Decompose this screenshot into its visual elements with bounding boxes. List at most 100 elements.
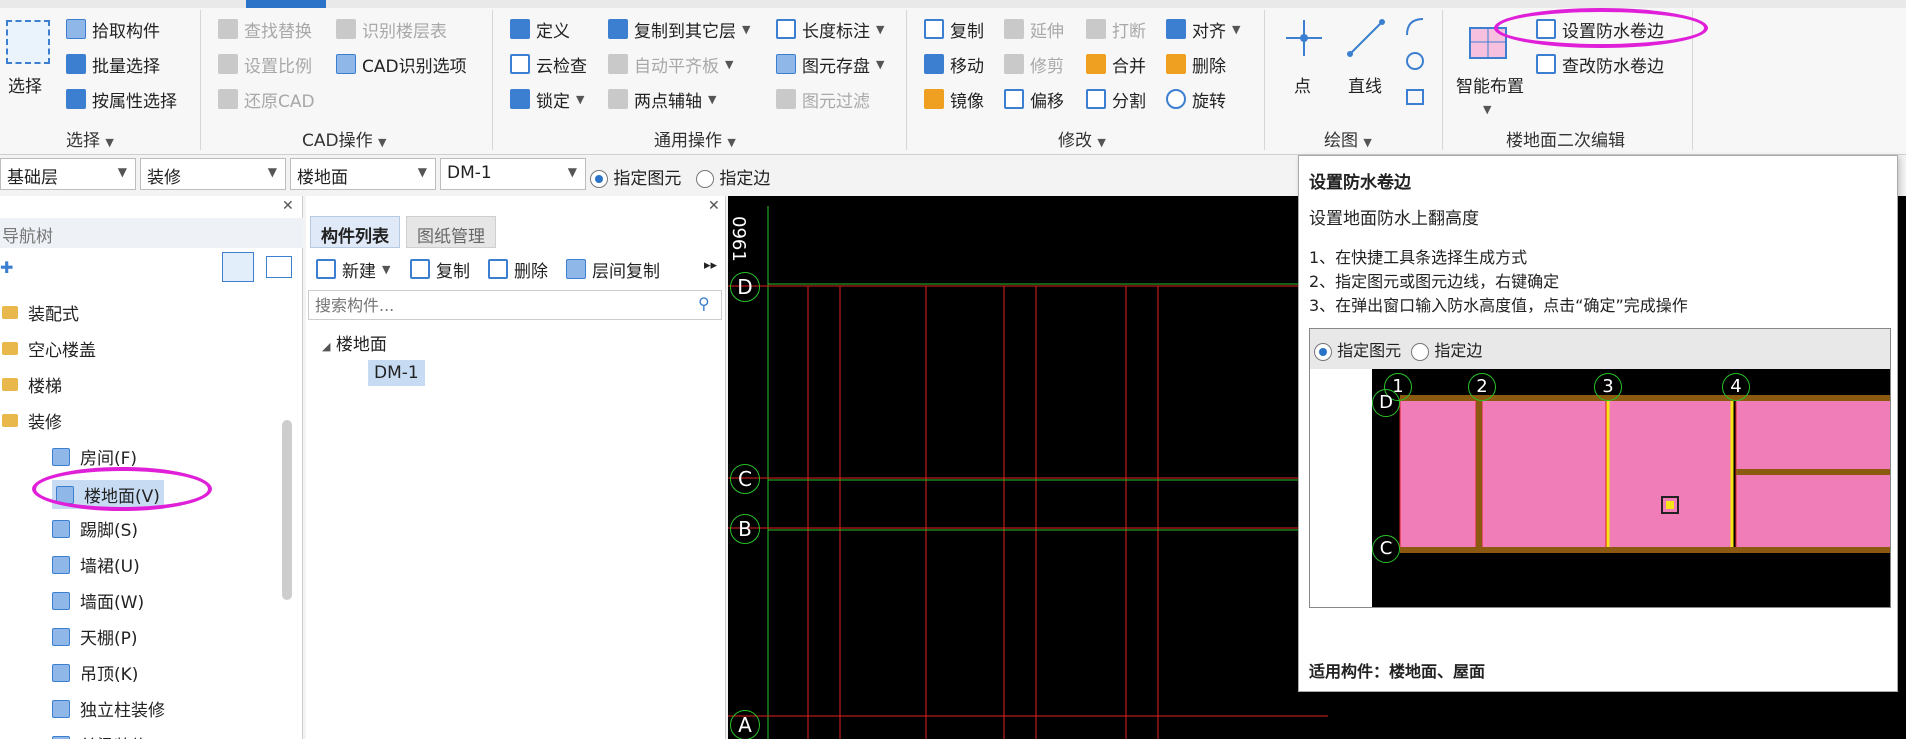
floor-copy-button[interactable]: 层间复制 — [566, 254, 660, 284]
nav-item[interactable]: 装修 — [2, 408, 62, 433]
set-scale-label: 设置比例 — [244, 56, 312, 77]
auto-align-slab-label: 自动平齐板 — [634, 56, 719, 77]
floor-copy-label: 层间复制 — [592, 261, 660, 282]
rectangle-icon[interactable] — [1404, 86, 1426, 108]
set-scale-button[interactable]: 设置比例 — [218, 49, 312, 79]
nav-item[interactable]: 墙面(W) — [52, 588, 144, 613]
trim-label: 修剪 — [1030, 56, 1064, 77]
item-select[interactable]: DM-1 ▼ — [440, 158, 586, 190]
draw-group-label[interactable]: 绘图 ▼ — [1324, 126, 1372, 151]
radio-specify-element[interactable]: 指定图元 — [590, 164, 681, 189]
select-big-label[interactable]: 选择 — [8, 72, 42, 97]
cad-options-button[interactable]: CAD识别选项 — [336, 49, 467, 79]
add-icon[interactable]: ✚ — [0, 258, 13, 277]
define-button[interactable]: 定义 — [510, 14, 570, 44]
more-icon[interactable]: ▸▸ — [704, 258, 717, 273]
nav-item[interactable]: 墙裙(U) — [52, 552, 140, 577]
restore-cad-button[interactable]: 还原CAD — [218, 84, 315, 114]
two-point-axis-button[interactable]: 两点辅轴 ▼ — [608, 84, 716, 114]
point-label[interactable]: 点 — [1294, 72, 1311, 97]
list-view-icon[interactable] — [222, 252, 254, 282]
preview-axis-c: C — [1372, 535, 1400, 563]
preview-floor-plan — [1399, 395, 1890, 553]
arc-icon[interactable] — [1404, 16, 1426, 38]
tab-drawing-management[interactable]: 图纸管理 — [406, 216, 496, 248]
smart-layout-label[interactable]: 智能布置 — [1456, 72, 1524, 97]
mirror-icon — [924, 89, 944, 109]
move-button[interactable]: 移动 — [924, 49, 984, 79]
merge-icon — [1086, 54, 1106, 74]
select-big-icon[interactable] — [6, 20, 50, 64]
delete-component-button[interactable]: 删除 — [488, 254, 548, 284]
delete-button[interactable]: 删除 — [1166, 49, 1226, 79]
break-button[interactable]: 打断 — [1086, 14, 1146, 44]
copy-button[interactable]: 复制 — [924, 14, 984, 44]
point-icon[interactable] — [1284, 18, 1324, 58]
active-menu-tab[interactable] — [246, 0, 326, 8]
circle-icon[interactable] — [1404, 50, 1426, 72]
tree-item-dm-1[interactable]: DM-1 — [368, 360, 425, 386]
nav-item[interactable]: 房间(F) — [52, 444, 137, 469]
select-group-label[interactable]: 选择 ▼ — [66, 126, 114, 151]
find-replace-button[interactable]: 查找替换 — [218, 14, 312, 44]
split-button[interactable]: 分割 — [1086, 84, 1146, 114]
preview-axis-3: 3 — [1594, 373, 1622, 401]
length-mark-label: 长度标注 — [802, 21, 870, 42]
nav-item[interactable]: 吊顶(K) — [52, 660, 138, 685]
offset-button[interactable]: 偏移 — [1004, 84, 1064, 114]
cloud-check-button[interactable]: 云检查 — [510, 49, 587, 79]
cad-group-label[interactable]: CAD操作 ▼ — [302, 126, 386, 151]
close-icon[interactable]: ✕ — [282, 198, 294, 214]
modify-group-label[interactable]: 修改 ▼ — [1058, 126, 1106, 151]
house-icon — [52, 447, 70, 466]
nav-item-label: 天棚(P) — [80, 629, 138, 649]
select-by-attribute-button[interactable]: 按属性选择 — [66, 84, 177, 114]
category-select[interactable]: 装修 ▼ — [140, 158, 286, 190]
general-group-label[interactable]: 通用操作 ▼ — [654, 126, 736, 151]
search-icon[interactable]: ⚲ — [698, 294, 710, 313]
tab-component-list[interactable]: 构件列表 — [310, 216, 400, 248]
scrollbar[interactable] — [282, 420, 292, 600]
rotate-button[interactable]: 旋转 — [1166, 84, 1226, 114]
axis-label-d: D — [730, 272, 760, 302]
nav-item[interactable]: 楼梯 — [2, 372, 62, 397]
element-filter-button[interactable]: 图元过滤 — [776, 84, 870, 114]
nav-item[interactable]: 空心楼盖 — [2, 336, 96, 361]
nav-item[interactable]: 装配式 — [2, 300, 79, 325]
preview-axis-4: 4 — [1722, 373, 1750, 401]
smart-layout-caret[interactable]: ▼ — [1483, 98, 1491, 118]
nav-item[interactable]: 天棚(P) — [52, 624, 138, 649]
copy-to-floor-button[interactable]: 复制到其它层 ▼ — [608, 14, 750, 44]
pick-component-button[interactable]: 拾取构件 — [66, 14, 160, 44]
length-mark-button[interactable]: 长度标注 ▼ — [776, 14, 884, 44]
trim-icon — [1004, 54, 1024, 74]
copy-component-button[interactable]: 复制 — [410, 254, 470, 284]
close-icon[interactable]: ✕ — [708, 198, 720, 214]
mirror-button[interactable]: 镜像 — [924, 84, 984, 114]
lock-button[interactable]: 锁定 ▼ — [510, 84, 584, 114]
nav-item[interactable]: 踢脚(S) — [52, 516, 138, 541]
auto-align-slab-button[interactable]: 自动平齐板 ▼ — [608, 49, 733, 79]
type-select[interactable]: 楼地面 ▼ — [290, 158, 436, 190]
identify-floors-button[interactable]: 识别楼层表 — [336, 14, 447, 44]
extend-button[interactable]: 延伸 — [1004, 14, 1064, 44]
floor-select[interactable]: 基础层 ▼ — [0, 158, 136, 190]
divider — [200, 10, 201, 150]
line-icon[interactable] — [1346, 18, 1386, 58]
radio-specify-edge[interactable]: 指定边 — [696, 164, 770, 189]
merge-button[interactable]: 合并 — [1086, 49, 1146, 79]
align-slab-icon — [608, 54, 628, 74]
batch-select-button[interactable]: 批量选择 — [66, 49, 160, 79]
tree-root[interactable]: ◢ 楼地面 — [322, 330, 387, 355]
new-component-button[interactable]: 新建 ▼ — [316, 254, 390, 284]
trim-button[interactable]: 修剪 — [1004, 49, 1064, 79]
new-label: 新建 — [342, 261, 376, 282]
edit-waterproof-edge-button[interactable]: 查改防水卷边 — [1536, 49, 1664, 79]
nav-item[interactable]: 单梁装修 — [52, 732, 148, 739]
search-input[interactable] — [308, 290, 722, 320]
detail-view-icon[interactable] — [266, 256, 292, 278]
save-element-button[interactable]: 图元存盘 ▼ — [776, 49, 884, 79]
line-label[interactable]: 直线 — [1348, 72, 1382, 97]
nav-item[interactable]: 独立柱装修 — [52, 696, 165, 721]
align-button[interactable]: 对齐 ▼ — [1166, 14, 1240, 44]
